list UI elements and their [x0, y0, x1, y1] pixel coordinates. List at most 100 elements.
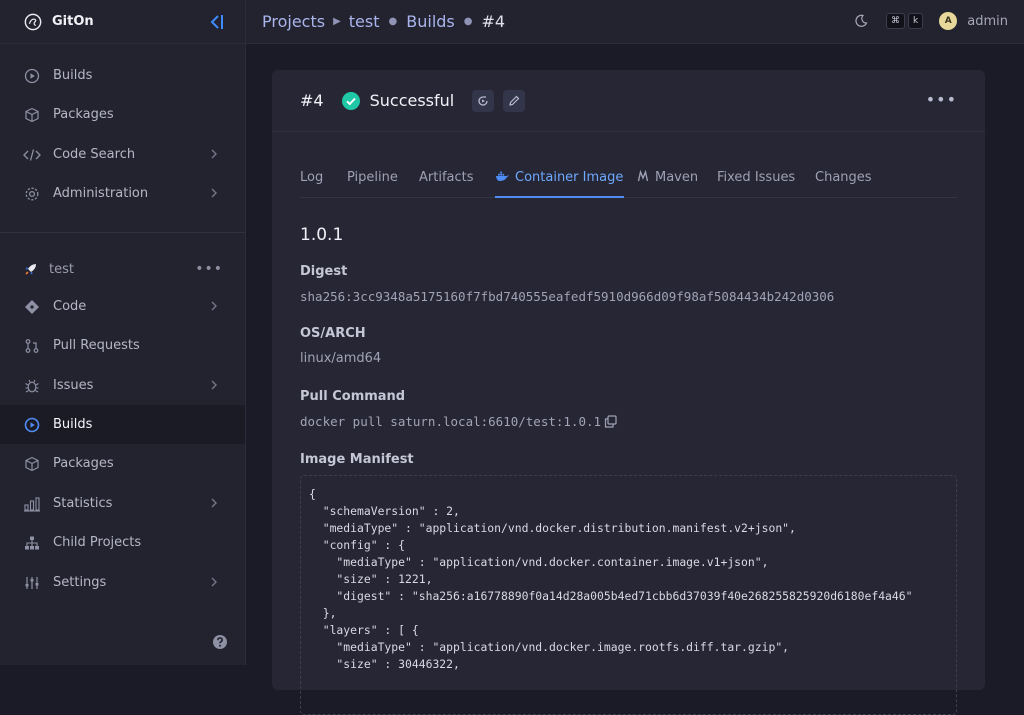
avatar[interactable]: A	[939, 12, 958, 30]
play-circle-icon	[23, 67, 41, 85]
app-name: GitOn	[52, 14, 94, 29]
sidebar-item-label: Packages	[53, 456, 114, 471]
tab-fixed-issues[interactable]: Fixed Issues	[717, 168, 795, 198]
build-number: #4	[300, 91, 324, 110]
sidebar-item-statistics[interactable]: Statistics	[0, 484, 245, 523]
chevron-right-icon	[211, 380, 217, 390]
build-status: Successful	[369, 91, 455, 110]
docker-icon	[496, 171, 509, 181]
sliders-icon	[23, 574, 41, 592]
shortcut-key-cmd: ⌘	[886, 13, 906, 29]
digest-value: sha256:3cc9348a5175160f7fbd740555eafedf5…	[300, 289, 835, 304]
tab-changes[interactable]: Changes	[815, 168, 872, 198]
sidebar-item-label: Code Search	[53, 147, 136, 162]
bar-chart-icon	[23, 495, 41, 513]
top-bar: Projects ▶ test ● Builds ● #4 ⌘ k A admi…	[246, 0, 1024, 44]
collapse-sidebar-icon[interactable]	[209, 13, 225, 31]
build-card: #4 Successful ••• Log Pipeline Artifacts…	[272, 70, 985, 715]
git-commit-icon	[23, 298, 41, 316]
project-more-button[interactable]: •••	[195, 261, 223, 277]
dot-separator-icon: ●	[388, 16, 398, 27]
sidebar-item-code-search[interactable]: Code Search	[0, 135, 245, 174]
sidebar: GitOn Builds Packages Code Search Admini…	[0, 0, 246, 665]
tab-container-image-label: Container Image	[515, 170, 624, 185]
rebuild-icon	[478, 95, 488, 106]
digest-label: Digest	[300, 264, 348, 279]
more-actions-button[interactable]: •••	[926, 90, 957, 109]
pull-command-label: Pull Command	[300, 389, 406, 404]
breadcrumb: Projects ▶ test ● Builds ● #4	[262, 12, 505, 31]
copy-icon[interactable]	[604, 415, 617, 428]
sidebar-item-settings[interactable]: Settings	[0, 563, 245, 602]
maven-icon	[637, 170, 649, 182]
pull-request-icon	[23, 337, 41, 355]
osarch-label: OS/ARCH	[300, 326, 366, 341]
package-icon	[23, 106, 41, 124]
breadcrumb-builds[interactable]: Builds	[406, 12, 455, 31]
rocket-icon	[25, 264, 36, 275]
tab-artifacts[interactable]: Artifacts	[419, 168, 474, 198]
giton-logo-icon	[24, 13, 42, 30]
image-version: 1.0.1	[300, 225, 344, 245]
bug-icon	[23, 377, 41, 395]
pull-command-row: docker pull saturn.local:6610/test:1.0.1	[300, 414, 617, 429]
manifest-label: Image Manifest	[300, 452, 414, 467]
sidebar-divider	[0, 232, 245, 233]
sidebar-item-label: Builds	[53, 417, 93, 432]
edit-button[interactable]	[503, 89, 526, 112]
sidebar-item-label: Builds	[53, 68, 93, 83]
sidebar-item-label: Statistics	[53, 496, 113, 511]
moon-icon[interactable]	[854, 14, 868, 28]
gear-icon	[23, 185, 41, 203]
sidebar-item-label: Child Projects	[53, 535, 142, 550]
tab-pipeline[interactable]: Pipeline	[347, 168, 398, 198]
top-right-tools: ⌘ k A admin	[854, 12, 1008, 30]
sidebar-item-label: Packages	[53, 107, 114, 122]
tab-log[interactable]: Log	[300, 168, 323, 198]
sidebar-item-project-packages[interactable]: Packages	[0, 444, 245, 483]
check-circle-icon	[341, 91, 360, 110]
sidebar-item-label: Code	[53, 299, 87, 314]
play-circle-icon	[23, 416, 41, 434]
chevron-right-icon	[211, 577, 217, 587]
sidebar-item-label: Issues	[53, 378, 94, 393]
sidebar-item-label: Settings	[53, 575, 107, 590]
user-name[interactable]: admin	[967, 14, 1008, 29]
sidebar-item-child-projects[interactable]: Child Projects	[0, 523, 245, 562]
breadcrumb-build: #4	[481, 12, 506, 31]
sidebar-item-builds[interactable]: Builds	[0, 56, 245, 95]
osarch-value: linux/amd64	[300, 351, 382, 366]
chevron-right-icon	[211, 498, 217, 508]
shortcut-key-k: k	[908, 13, 924, 29]
package-icon	[23, 455, 41, 473]
project-name: test	[49, 261, 74, 277]
breadcrumb-project[interactable]: test	[349, 12, 380, 31]
sidebar-item-code[interactable]: Code	[0, 287, 245, 326]
brand[interactable]: GitOn	[0, 0, 245, 44]
sidebar-item-packages[interactable]: Packages	[0, 95, 245, 134]
chevron-right-icon	[211, 149, 217, 159]
image-manifest-code: { "schemaVersion" : 2, "mediaType" : "ap…	[300, 475, 957, 715]
sidebar-item-issues[interactable]: Issues	[0, 366, 245, 405]
breadcrumb-projects[interactable]: Projects	[262, 12, 325, 31]
pull-command-value: docker pull saturn.local:6610/test:1.0.1	[300, 414, 602, 429]
build-tabs: Log Pipeline Artifacts Container Image M…	[300, 168, 957, 198]
project-header[interactable]: test •••	[23, 259, 223, 279]
sidebar-item-administration[interactable]: Administration	[0, 174, 245, 213]
code-icon	[23, 146, 41, 164]
hierarchy-icon	[23, 534, 41, 552]
tab-maven-label: Maven	[655, 170, 699, 185]
dot-separator-icon: ●	[463, 16, 473, 27]
sidebar-item-label: Pull Requests	[53, 338, 140, 353]
help-icon[interactable]	[212, 634, 228, 650]
build-header: #4 Successful •••	[272, 70, 985, 132]
sidebar-item-label: Administration	[53, 186, 149, 201]
chevron-right-icon	[211, 188, 217, 198]
tab-container-image[interactable]: Container Image	[495, 168, 625, 198]
sidebar-item-builds-active[interactable]: Builds	[0, 405, 245, 444]
tab-maven[interactable]: Maven	[637, 168, 698, 198]
caret-right-icon: ▶	[333, 16, 341, 27]
rebuild-button[interactable]	[472, 89, 495, 112]
chevron-right-icon	[211, 301, 217, 311]
sidebar-item-pull-requests[interactable]: Pull Requests	[0, 326, 245, 365]
